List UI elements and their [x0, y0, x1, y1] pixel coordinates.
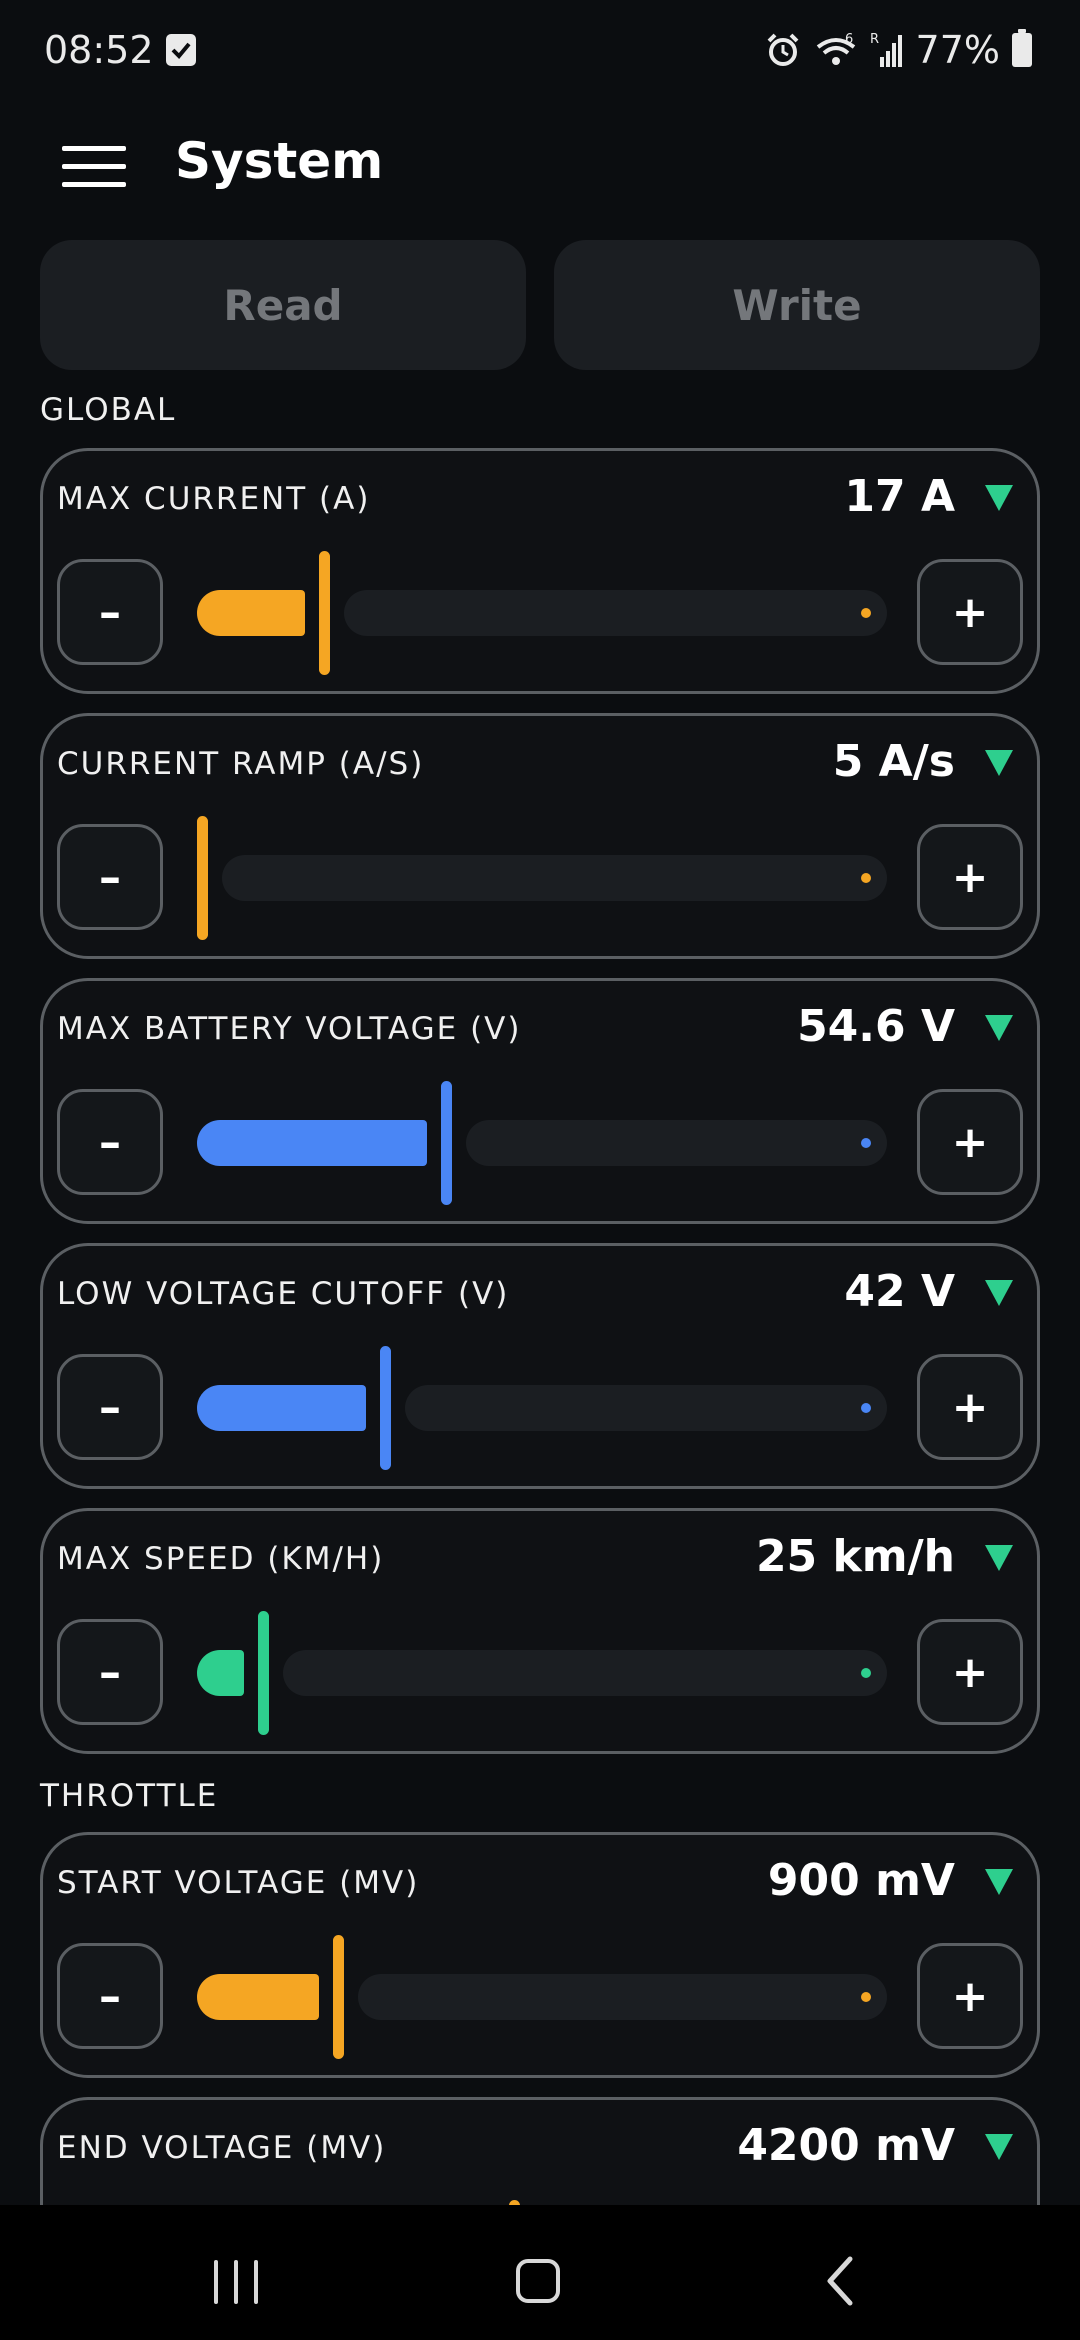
- parameter-slider[interactable]: [197, 1611, 887, 1735]
- parameter-slider[interactable]: [197, 1935, 887, 2059]
- app-bar: System: [0, 110, 1080, 220]
- write-button[interactable]: Write: [554, 240, 1040, 370]
- increment-button[interactable]: +: [917, 1619, 1023, 1725]
- increment-button[interactable]: +: [917, 1943, 1023, 2049]
- parameter-value: 54.6 V: [797, 1001, 955, 1052]
- home-icon[interactable]: [516, 2259, 560, 2303]
- expand-triangle-icon[interactable]: [985, 1280, 1013, 1306]
- decrement-button[interactable]: –: [57, 559, 163, 665]
- slider-fill: [197, 1120, 427, 1166]
- slider-end-dot: [861, 873, 871, 883]
- parameter-title: END VOLTAGE (MV): [57, 2130, 387, 2166]
- increment-button[interactable]: +: [917, 559, 1023, 665]
- slider-fill: [197, 1974, 319, 2020]
- parameter-slider[interactable]: [197, 816, 887, 940]
- expand-triangle-icon[interactable]: [985, 485, 1013, 511]
- slider-track[interactable]: [344, 590, 887, 636]
- slider-end-dot: [861, 1992, 871, 2002]
- parameter-title: MAX BATTERY VOLTAGE (V): [57, 1011, 522, 1047]
- decrement-button[interactable]: –: [57, 1943, 163, 2049]
- decrement-button[interactable]: –: [57, 1354, 163, 1460]
- hamburger-menu-icon[interactable]: [58, 144, 130, 190]
- slider-thumb[interactable]: [197, 816, 208, 940]
- decrement-button[interactable]: –: [57, 1089, 163, 1195]
- decrement-button[interactable]: –: [57, 824, 163, 930]
- slider-thumb[interactable]: [319, 551, 330, 675]
- slider-track[interactable]: [222, 855, 887, 901]
- slider-end-dot: [861, 1668, 871, 1678]
- section-label-global: GLOBAL: [40, 392, 177, 428]
- parameter-value: 5 A/s: [832, 736, 955, 787]
- increment-button[interactable]: +: [917, 1089, 1023, 1195]
- wifi-icon: 6: [816, 32, 855, 65]
- slider-thumb[interactable]: [441, 1081, 452, 1205]
- slider-thumb[interactable]: [333, 1935, 344, 2059]
- section-label-throttle: THROTTLE: [40, 1778, 219, 1814]
- parameter-title: START VOLTAGE (MV): [57, 1865, 420, 1901]
- parameter-card: LOW VOLTAGE CUTOFF (V) 42 V – +: [40, 1243, 1040, 1489]
- read-button[interactable]: Read: [40, 240, 526, 370]
- slider-track[interactable]: [466, 1120, 887, 1166]
- recent-apps-icon[interactable]: [214, 2260, 260, 2304]
- battery-percentage: 77%: [915, 28, 1000, 72]
- parameter-card: START VOLTAGE (MV) 900 mV – +: [40, 1832, 1040, 2078]
- slider-thumb[interactable]: [380, 1346, 391, 1470]
- parameter-card: MAX SPEED (KM/H) 25 km/h – +: [40, 1508, 1040, 1754]
- parameter-title: CURRENT RAMP (A/S): [57, 746, 425, 782]
- parameter-card: MAX CURRENT (A) 17 A – +: [40, 448, 1040, 694]
- alarm-icon: [767, 33, 798, 66]
- increment-button[interactable]: +: [917, 824, 1023, 930]
- expand-triangle-icon[interactable]: [985, 1015, 1013, 1041]
- parameter-slider[interactable]: [197, 1346, 887, 1470]
- parameter-value: 17 A: [844, 471, 955, 522]
- slider-thumb[interactable]: [258, 1611, 269, 1735]
- checkbox-notification-icon: [166, 34, 196, 66]
- expand-triangle-icon[interactable]: [985, 1545, 1013, 1571]
- parameter-title: MAX SPEED (KM/H): [57, 1541, 385, 1577]
- increment-button[interactable]: +: [917, 1354, 1023, 1460]
- expand-triangle-icon[interactable]: [985, 750, 1013, 776]
- battery-icon: [1012, 29, 1032, 67]
- signal-icon: R: [870, 32, 902, 67]
- parameter-value: 42 V: [844, 1266, 955, 1317]
- slider-fill: [197, 1650, 244, 1696]
- parameter-value: 4200 mV: [737, 2120, 955, 2171]
- parameter-value: 25 km/h: [755, 1531, 955, 1582]
- roaming-indicator: R: [870, 32, 879, 47]
- parameter-slider[interactable]: [197, 1081, 887, 1205]
- parameter-title: LOW VOLTAGE CUTOFF (V): [57, 1276, 510, 1312]
- expand-triangle-icon[interactable]: [985, 1869, 1013, 1895]
- parameter-card: CURRENT RAMP (A/S) 5 A/s – +: [40, 713, 1040, 959]
- expand-triangle-icon[interactable]: [985, 2134, 1013, 2160]
- slider-end-dot: [861, 608, 871, 618]
- parameter-slider[interactable]: [197, 551, 887, 675]
- network-badge: 6: [845, 32, 853, 47]
- navigation-bar: [0, 2205, 1080, 2340]
- slider-fill: [197, 1385, 366, 1431]
- status-bar: 08:52 6 R 77%: [0, 0, 1080, 100]
- parameter-value: 900 mV: [767, 1855, 955, 1906]
- decrement-button[interactable]: –: [57, 1619, 163, 1725]
- slider-fill: [197, 590, 305, 636]
- slider-track[interactable]: [283, 1650, 887, 1696]
- parameter-card: MAX BATTERY VOLTAGE (V) 54.6 V – +: [40, 978, 1040, 1224]
- parameter-title: MAX CURRENT (A): [57, 481, 371, 517]
- status-time: 08:52: [44, 28, 154, 72]
- slider-track[interactable]: [405, 1385, 887, 1431]
- page-title: System: [175, 132, 384, 190]
- slider-end-dot: [861, 1403, 871, 1413]
- back-icon[interactable]: [820, 2255, 864, 2307]
- slider-end-dot: [861, 1138, 871, 1148]
- slider-track[interactable]: [358, 1974, 887, 2020]
